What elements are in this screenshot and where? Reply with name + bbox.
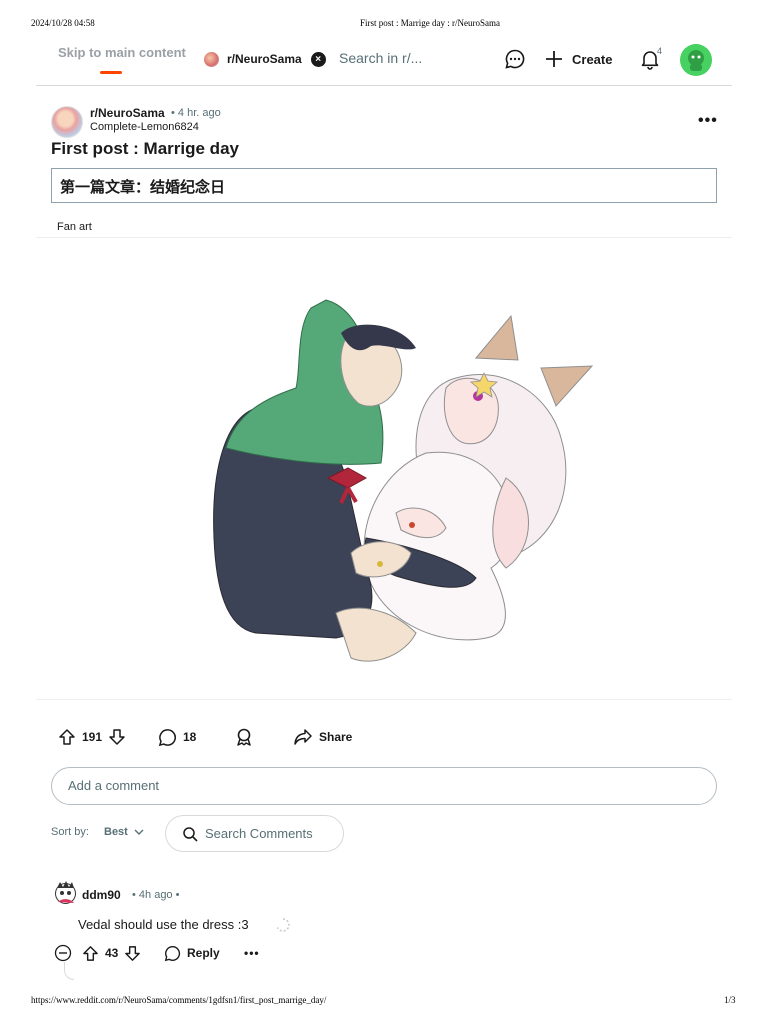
reply-icon [164,945,181,961]
search-comments-placeholder: Search Comments [205,826,313,841]
comment-action-bar: 43 Reply ••• [54,942,274,962]
top-navigation-bar: Skip to main content r/NeuroSama × Searc… [36,38,732,86]
collapse-thread-button[interactable] [54,942,72,964]
post-body-text: 第一篇文章：结婚纪念日 [51,168,717,203]
downvote-icon[interactable] [108,728,126,746]
post-image[interactable] [36,237,732,700]
create-label: Create [572,51,613,67]
notification-count-badge: 4 [657,46,663,56]
comment-body: Vedal should use the dress :3 [78,917,249,932]
comment-author[interactable]: ddm90 [82,888,121,902]
comment-vote-group: 43 [82,942,141,964]
search-input[interactable]: Search in r/... [339,50,422,66]
post-author-link[interactable]: Complete-Lemon6824 [90,121,199,133]
plus-icon [546,51,562,67]
post-timestamp: • 4 hr. ago [171,107,221,119]
comment-icon [158,728,176,746]
comment-vote-count: 43 [105,946,119,960]
post-overflow-menu-icon[interactable]: ••• [698,112,718,130]
user-avatar[interactable] [680,44,712,76]
search-comments-input[interactable]: Search Comments [165,815,344,852]
share-button[interactable]: Share [293,726,352,748]
print-url: https://www.reddit.com/r/NeuroSama/comme… [31,995,327,1005]
fan-art-illustration [213,299,594,662]
vote-count: 191 [82,730,103,744]
subreddit-avatar[interactable] [51,106,83,138]
create-button[interactable]: Create [544,48,612,70]
add-comment-input[interactable]: Add a comment [51,767,717,805]
reply-thread-line [64,962,74,980]
sort-label: Sort by: [51,826,89,838]
award-button[interactable] [234,726,254,748]
sort-value: Best [104,826,128,838]
comments-button[interactable]: 18 [158,726,196,748]
chat-icon[interactable] [504,48,526,70]
vote-group: 191 [58,726,126,748]
comment-more-icon[interactable]: ••• [244,942,260,964]
subreddit-icon [204,51,219,67]
post-flair[interactable]: Fan art [57,221,92,233]
clear-subreddit-icon[interactable]: × [310,51,326,67]
share-label: Share [319,730,353,744]
reply-button[interactable]: Reply [164,942,220,964]
collapse-icon [54,944,72,962]
commenter-avatar[interactable] [52,880,79,907]
loading-spinner-icon [276,918,290,932]
comment-upvote-icon[interactable] [82,945,99,962]
reply-label: Reply [187,946,220,960]
upvote-icon[interactable] [58,728,76,746]
sort-dropdown[interactable]: Best [104,826,144,838]
comments-count: 18 [183,730,197,744]
print-page-number: 1/3 [724,995,736,1005]
print-title: First post : Marrige day : r/NeuroSama [360,18,500,28]
comment-timestamp: • 4h ago • [132,889,180,901]
search-icon [183,826,198,842]
search-subreddit-chip[interactable]: r/NeuroSama × [204,50,326,68]
comment-downvote-icon[interactable] [124,945,141,962]
post-action-bar: 191 18 Share [58,726,478,748]
share-icon [294,729,312,745]
skip-to-main-link[interactable]: Skip to main content [58,45,186,60]
chevron-down-icon [134,829,144,835]
award-icon [237,728,251,746]
reddit-logo-underline [100,71,122,74]
post-subreddit-link[interactable]: r/NeuroSama [90,106,165,120]
print-datetime: 2024/10/28 04:58 [31,18,95,28]
subreddit-chip-label: r/NeuroSama [227,52,302,66]
post-title: First post : Marrige day [51,139,239,158]
